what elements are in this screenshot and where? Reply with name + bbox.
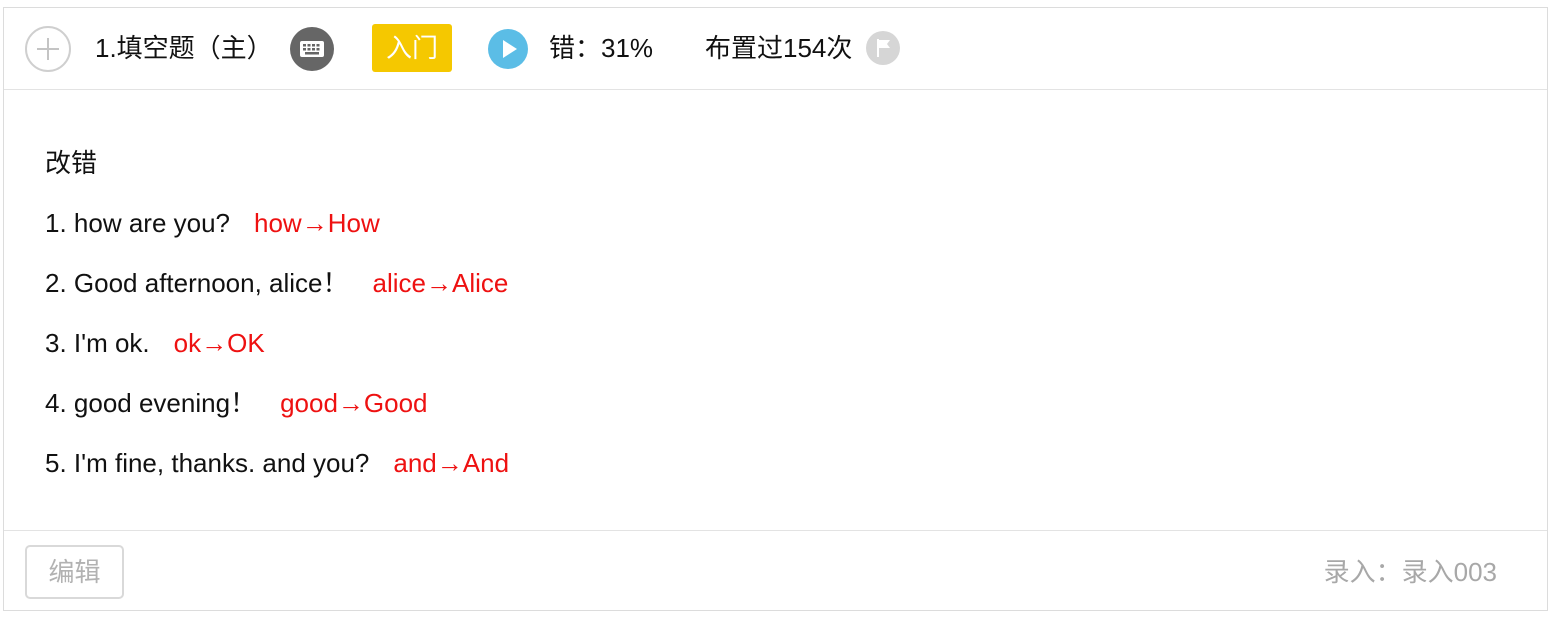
question-header: 1.填空题（主） 入门 错：31% 布置过154次 (4, 8, 1547, 90)
assigned-count: 布置过154次 (705, 33, 853, 63)
item-text: 3. I'm ok. (45, 328, 150, 358)
question-card: 1.填空题（主） 入门 错：31% 布置过154次 改错 1. how are … (3, 7, 1548, 611)
item-text: 4. good evening！ (45, 388, 257, 418)
list-item: 1. how are you? how→How (45, 205, 380, 241)
list-item: 4. good evening！ good→Good (45, 385, 428, 421)
question-prompt: 改错 (45, 148, 98, 178)
level-badge: 入门 (372, 24, 452, 72)
question-footer: 编辑 录入：录入003 (4, 531, 1547, 610)
item-text: 1. how are you? (45, 208, 231, 238)
item-answer: good→Good (280, 388, 428, 418)
add-button[interactable] (25, 26, 71, 72)
list-item: 5. I'm fine, thanks. and you? and→And (45, 445, 509, 481)
flag-icon[interactable] (866, 31, 900, 65)
list-item: 3. I'm ok. ok→OK (45, 325, 265, 361)
keyboard-icon[interactable] (290, 27, 334, 71)
question-title: 1.填空题（主） (95, 33, 273, 63)
item-text: 2. Good afternoon, alice！ (45, 268, 349, 298)
item-answer: ok→OK (173, 328, 265, 358)
item-answer: alice→Alice (372, 268, 509, 298)
item-answer: how→How (254, 208, 380, 238)
question-body: 改错 1. how are you? how→How 2. Good aftern… (4, 90, 1547, 531)
error-rate: 错：31% (549, 33, 654, 63)
play-icon[interactable] (488, 29, 528, 69)
item-text: 5. I'm fine, thanks. and you? (45, 448, 370, 478)
list-item: 2. Good afternoon, alice！ alice→Alice (45, 265, 508, 301)
item-answer: and→And (393, 448, 510, 478)
entered-by-label: 录入：录入003 (1323, 557, 1497, 587)
edit-button[interactable]: 编辑 (25, 545, 124, 599)
